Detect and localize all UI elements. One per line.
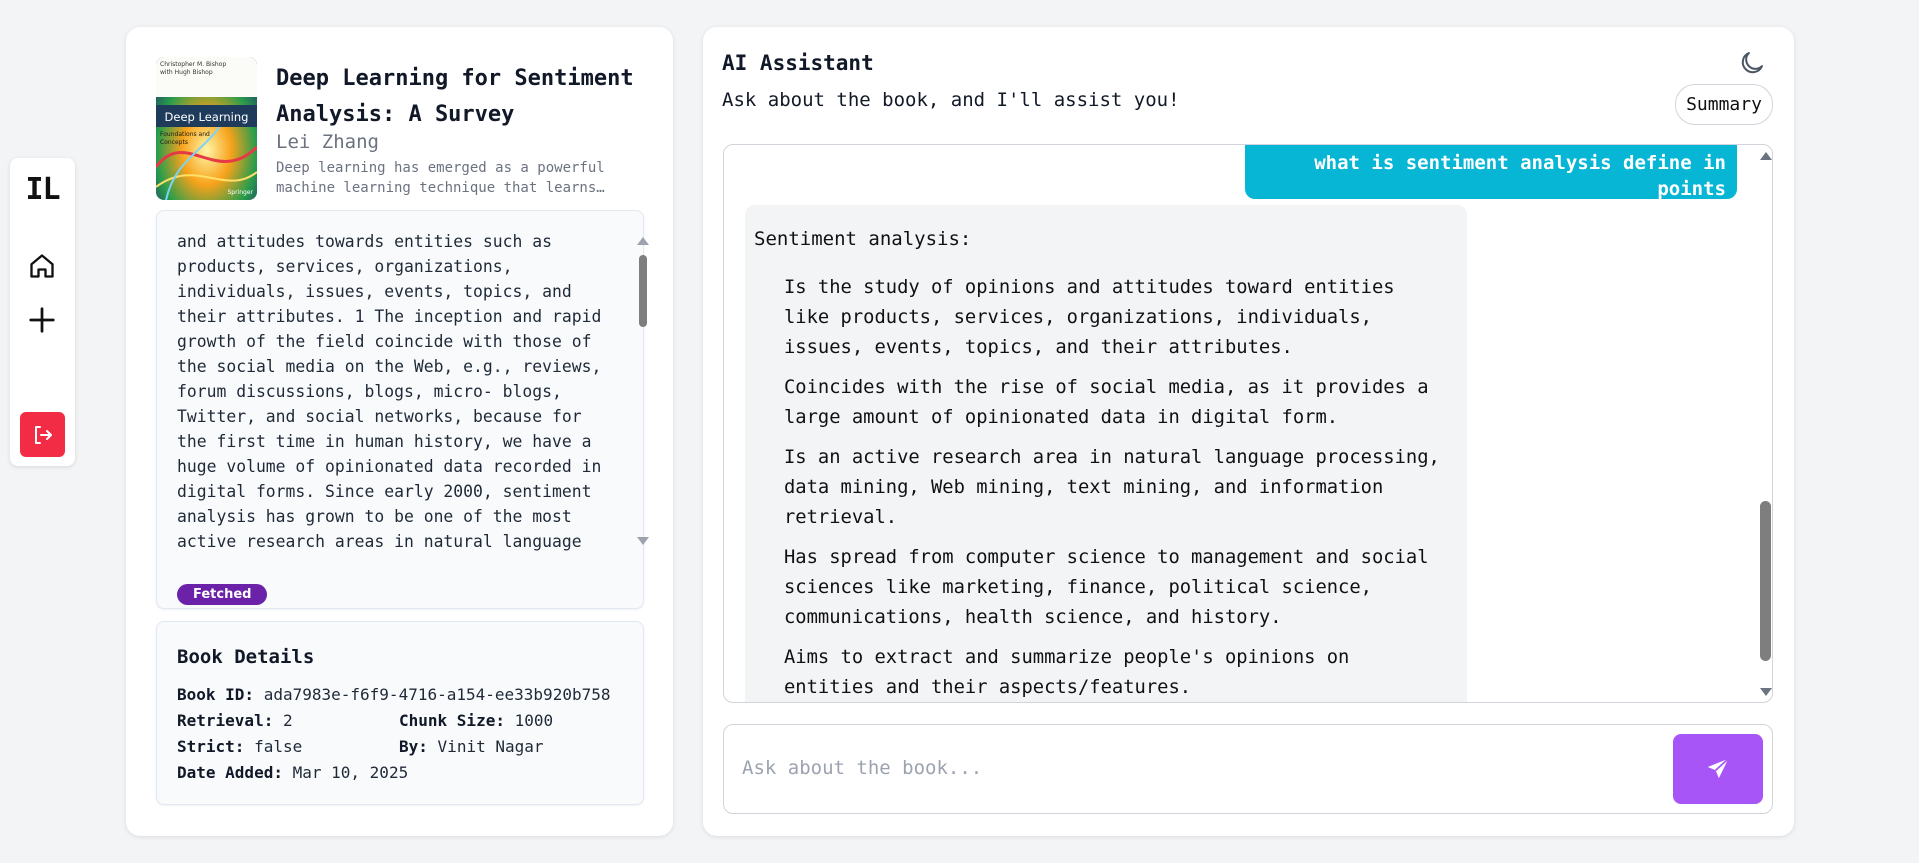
detail-label: Retrieval: xyxy=(177,711,274,730)
detail-label: Book ID: xyxy=(177,685,255,704)
chat-scroll-up-arrow[interactable] xyxy=(1760,152,1772,160)
chat-input-area xyxy=(723,724,1773,814)
book-content-card: and attitudes towards entities such as p… xyxy=(156,210,649,609)
detail-value: false xyxy=(254,737,303,756)
cover-publisher: Springer xyxy=(227,189,253,196)
book-panel: Christopher M. Bishop with Hugh Bishop D… xyxy=(126,27,673,836)
side-rail: IL xyxy=(10,158,75,466)
assistant-point: Has spread from computer science to mana… xyxy=(784,547,1429,628)
cover-subtitle: Foundations and Concepts xyxy=(160,131,210,146)
send-button[interactable] xyxy=(1673,734,1763,804)
assistant-point: Aims to extract and summarize people's o… xyxy=(784,647,1350,698)
details-heading: Book Details xyxy=(177,646,315,668)
assistant-point: Is an active research area in natural la… xyxy=(784,447,1440,528)
detail-value: Vinit Nagar xyxy=(437,737,544,756)
detail-value: 2 xyxy=(282,711,293,730)
user-message: what is sentiment analysis define in poi… xyxy=(1245,145,1737,200)
detail-label: Chunk Size: xyxy=(399,711,505,730)
book-content-text[interactable]: and attitudes towards entities such as p… xyxy=(177,229,607,559)
send-icon xyxy=(1707,758,1729,779)
scroll-up-arrow[interactable] xyxy=(637,237,649,245)
detail-label: By: xyxy=(399,737,428,756)
chat-input[interactable] xyxy=(742,750,1642,786)
detail-value: 1000 xyxy=(514,711,554,730)
detail-by: By: Vinit Nagar xyxy=(399,737,544,756)
assistant-message: Sentiment analysis: Is the study of opin… xyxy=(745,205,1467,702)
cover-authors: Christopher M. Bishop with Hugh Bishop xyxy=(160,61,227,76)
book-description: Deep learning has emerged as a powerful … xyxy=(276,160,605,196)
logout-icon xyxy=(34,425,52,444)
content-scrollbar[interactable] xyxy=(639,255,647,327)
logout-button[interactable] xyxy=(20,412,65,457)
status-badge: Fetched xyxy=(177,584,268,605)
book-cover: Christopher M. Bishop with Hugh Bishop D… xyxy=(156,57,257,200)
detail-label: Date Added: xyxy=(177,763,283,782)
chat-window: what is sentiment analysis define in poi… xyxy=(723,144,1773,703)
detail-value: ada7983e-f6f9-4716-a154-ee33b920b758 xyxy=(263,685,611,704)
moon-icon[interactable] xyxy=(1737,48,1767,78)
assistant-subtitle: Ask about the book, and I'll assist you! xyxy=(722,89,1180,111)
detail-chunk-size: Chunk Size: 1000 xyxy=(399,711,553,730)
detail-retrieval: Retrieval: 2 xyxy=(177,711,293,730)
assistant-point: Coincides with the rise of social media,… xyxy=(784,377,1429,428)
assistant-title: AI Assistant xyxy=(722,51,874,75)
detail-value: Mar 10, 2025 xyxy=(292,763,409,782)
chat-scrollbar[interactable] xyxy=(1760,501,1771,661)
book-details-card: Book Details Book ID: ada7983e-f6f9-4716… xyxy=(156,621,644,805)
home-icon[interactable] xyxy=(26,250,58,282)
cover-title: Deep Learning xyxy=(164,110,249,124)
detail-date-added: Date Added: Mar 10, 2025 xyxy=(177,763,408,782)
chat-scroll-down-arrow[interactable] xyxy=(1760,688,1772,696)
assistant-panel: AI Assistant Ask about the book, and I'l… xyxy=(703,27,1794,836)
scroll-down-arrow[interactable] xyxy=(637,537,649,545)
app-logo[interactable]: IL xyxy=(10,172,75,207)
summary-button[interactable]: Summary xyxy=(1675,84,1773,125)
detail-book-id: Book ID: ada7983e-f6f9-4716-a154-ee33b92… xyxy=(177,685,610,704)
detail-label: Strict: xyxy=(177,737,245,756)
assistant-message-heading: Sentiment analysis: xyxy=(754,228,972,250)
plus-icon[interactable] xyxy=(26,304,58,336)
assistant-point: Is the study of opinions and attitudes t… xyxy=(784,277,1395,358)
book-title: Deep Learning for Sentiment Analysis: A … xyxy=(276,66,634,127)
book-author: Lei Zhang xyxy=(276,131,379,153)
detail-strict: Strict: false xyxy=(177,737,302,756)
